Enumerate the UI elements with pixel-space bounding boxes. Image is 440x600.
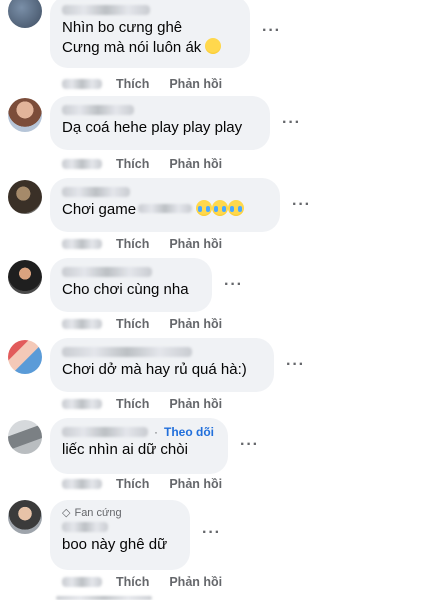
timestamp[interactable] [62, 399, 102, 409]
like-button[interactable]: Thích [116, 477, 149, 491]
comment-actions: Thích Phản hồi [62, 156, 222, 172]
next-comment-partial [56, 596, 152, 600]
comment-text: Cưng mà nói luôn ák [62, 38, 238, 58]
more-options-icon[interactable]: ··· [240, 436, 259, 454]
like-button[interactable]: Thích [116, 157, 149, 171]
author-name: · Theo dõi [62, 424, 216, 440]
hugging-face-emoji-icon [205, 38, 222, 54]
timestamp[interactable] [62, 239, 102, 249]
author-name[interactable] [62, 2, 238, 18]
reply-button[interactable]: Phản hồi [169, 397, 222, 411]
comment-bubble: Cho chơi cùng nha [50, 258, 212, 312]
comment-bubble: Chơi game [50, 178, 280, 232]
comment-bubble: Chơi dở mà hay rủ quá hà:) [50, 338, 274, 392]
comment-actions: Thích Phản hồi [62, 574, 222, 590]
like-button[interactable]: Thích [116, 317, 149, 331]
like-button[interactable]: Thích [116, 237, 149, 251]
reply-button[interactable]: Phản hồi [169, 77, 222, 91]
comment-text: liếc nhìn ai dữ chòi [62, 441, 188, 458]
more-options-icon[interactable]: ··· [224, 276, 243, 294]
avatar[interactable] [8, 340, 42, 374]
avatar[interactable] [8, 0, 42, 28]
follow-button[interactable]: Theo dõi [164, 425, 214, 439]
comment-bubble: Nhìn bo cưng ghê Cưng mà nói luôn ák [50, 0, 250, 68]
comment-actions: Thích Phản hồi [62, 396, 222, 412]
avatar[interactable] [8, 420, 42, 454]
reply-button[interactable]: Phản hồi [169, 157, 222, 171]
avatar[interactable] [8, 98, 42, 132]
comment-actions: Thích Phản hồi [62, 476, 222, 492]
reply-button[interactable]: Phản hồi [169, 575, 222, 589]
more-options-icon[interactable]: ··· [286, 356, 305, 374]
comment-actions: Thích Phản hồi [62, 316, 222, 332]
comment-actions: Thích Phản hồi [62, 236, 222, 252]
reply-button[interactable]: Phản hồi [169, 477, 222, 491]
timestamp[interactable] [62, 479, 102, 489]
avatar[interactable] [8, 180, 42, 214]
comment-text: Cho chơi cùng nha [62, 281, 189, 298]
tears-of-joy-emoji-icon [212, 200, 229, 216]
more-options-icon[interactable]: ··· [202, 524, 221, 542]
comment-bubble: ◇ Fan cứng boo này ghê dữ [50, 500, 190, 570]
avatar[interactable] [8, 500, 42, 534]
author-name-text[interactable] [62, 427, 148, 437]
like-button[interactable]: Thích [116, 77, 149, 91]
comment-text: Chơi game [62, 200, 268, 220]
comment-text: Dạ coá hehe play play play [62, 119, 243, 136]
author-name[interactable] [62, 184, 268, 200]
comment-bubble: Dạ coá hehe play play play [50, 96, 270, 150]
comment-actions: Thích Phản hồi [62, 76, 222, 92]
top-fan-badge: ◇ Fan cứng [62, 506, 122, 520]
more-options-icon[interactable]: ··· [282, 114, 301, 132]
reply-button[interactable]: Phản hồi [169, 237, 222, 251]
author-name[interactable] [62, 344, 262, 360]
timestamp[interactable] [62, 319, 102, 329]
timestamp[interactable] [62, 79, 102, 89]
timestamp[interactable] [62, 577, 102, 587]
more-options-icon[interactable]: ··· [262, 22, 281, 40]
like-button[interactable]: Thích [116, 575, 149, 589]
author-name[interactable] [62, 102, 258, 118]
tears-of-joy-emoji-icon [196, 200, 213, 216]
comment-text: boo này ghê dữ [62, 536, 168, 553]
tears-of-joy-emoji-icon [228, 200, 245, 216]
avatar[interactable] [8, 260, 42, 294]
comment-text: Chơi dở mà hay rủ quá hà:) [62, 361, 247, 378]
author-name[interactable] [62, 264, 200, 280]
separator: · [154, 425, 158, 439]
like-button[interactable]: Thích [116, 397, 149, 411]
author-name[interactable] [62, 519, 178, 535]
reply-button[interactable]: Phản hồi [169, 317, 222, 331]
timestamp[interactable] [62, 159, 102, 169]
comment-text: Nhìn bo cưng ghê [62, 19, 183, 36]
more-options-icon[interactable]: ··· [292, 196, 311, 214]
diamond-icon: ◇ [62, 507, 71, 519]
comment-bubble: · Theo dõi liếc nhìn ai dữ chòi [50, 418, 228, 474]
